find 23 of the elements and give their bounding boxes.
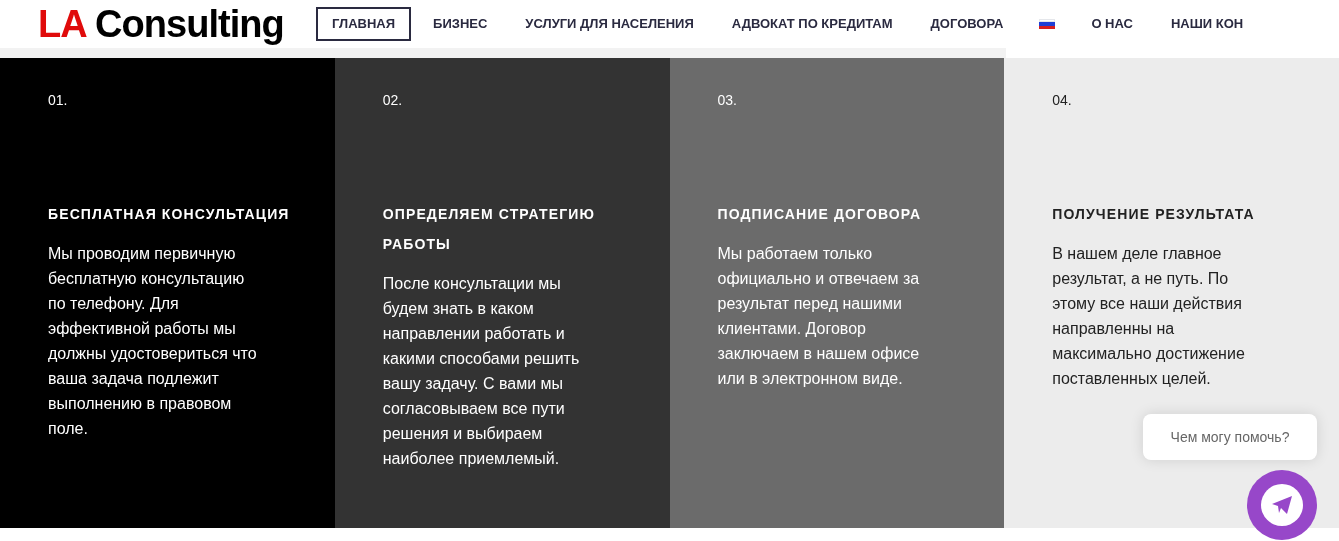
step-description: Мы проводим первичную бесплатную консультацию по телефону. Для эффективной работы мы должны удостовериться что ваша задача подлежит выполнению в правовом поле. — [48, 244, 258, 439]
nav-link[interactable]: НАШИ КОН — [1154, 7, 1260, 41]
step-number: 04. — [1052, 91, 1073, 110]
flag-icon[interactable] — [1039, 19, 1056, 29]
nav-link[interactable]: ДОГОВОРА — [914, 7, 1020, 41]
step-title: ПОЛУЧЕНИЕ РЕЗУЛЬТАТА — [1052, 205, 1256, 224]
logo[interactable]: LA Consulting — [38, 5, 316, 43]
step-description: После консультации мы будем знать в каком направлении работать и какими способами решить вашу задачу. С вами мы согласовываем все пути решения и выбираем наиболее приемлемый. — [382, 274, 581, 469]
nav-link[interactable]: О НАС — [1075, 7, 1149, 41]
step-number: 02. — [382, 91, 404, 110]
step-number: 01. — [48, 91, 69, 110]
nav-link[interactable]: АДВОКАТ ПО КРЕДИТАМ — [715, 7, 909, 41]
chat-bubble: Чем могу помочь? — [1143, 414, 1317, 460]
step-title: ПОДПИСАНИЕ ДОГОВОРА — [717, 205, 923, 224]
nav-link[interactable]: УСЛУГИ ДЛЯ НАСЕЛЕНИЯ — [509, 7, 710, 41]
nav-link[interactable]: ГЛАВНАЯ — [316, 7, 412, 41]
step-number: 03. — [717, 91, 738, 110]
step-title: ОПРЕДЕЛЯЕМ СТРАТЕГИЮ РАБОТЫ — [382, 205, 597, 254]
step-description: В нашем деле главное результат, а не путь. По этому все наши действия направленны на максимально достижение поставленных целей. — [1052, 244, 1246, 389]
step-title: БЕСПЛАТНАЯ КОНСУЛЬТАЦИЯ — [48, 205, 291, 224]
paper-plane-icon — [1272, 496, 1292, 514]
nav-link[interactable]: БИЗНЕС — [417, 7, 504, 41]
step-description: Мы работаем только официально и отвечаем за результат перед нашими клиентами. Договор заключаем в нашем офисе или в электронном виде. — [717, 244, 921, 389]
